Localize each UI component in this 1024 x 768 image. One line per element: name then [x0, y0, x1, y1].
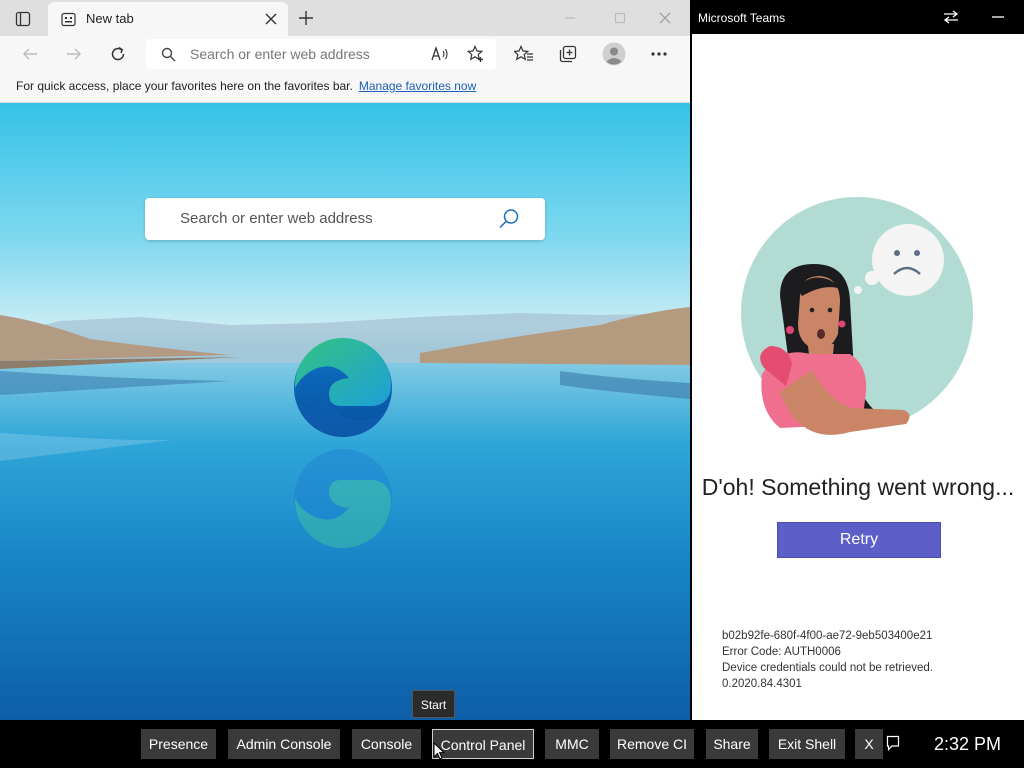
browser-toolbar: Search or enter web address [0, 36, 690, 72]
edge-logo-icon [293, 336, 393, 445]
read-aloud-icon[interactable] [430, 45, 450, 63]
retry-button[interactable]: Retry [777, 522, 941, 558]
new-tab-page-icon [60, 11, 76, 27]
new-tab-page: Search or enter web address [0, 103, 690, 720]
ntp-search-box[interactable]: Search or enter web address [145, 198, 545, 240]
favorites-bar: For quick access, place your favorites h… [0, 72, 690, 103]
address-placeholder: Search or enter web address [190, 46, 370, 62]
cursor-icon [433, 741, 446, 765]
manage-favorites-link[interactable]: Manage favorites now [359, 79, 476, 93]
share-button[interactable]: Share [706, 729, 758, 759]
control-panel-button[interactable]: Control Panel [432, 729, 534, 759]
error-message: Device credentials could not be retrieve… [722, 662, 933, 674]
collections-icon[interactable] [557, 43, 579, 65]
admin-console-button[interactable]: Admin Console [228, 729, 340, 759]
teams-window-title: Microsoft Teams [698, 11, 786, 25]
back-icon[interactable] [20, 44, 40, 64]
browser-window: New tab Search or enter web address For … [0, 0, 690, 720]
teams-title-bar: Microsoft Teams [692, 0, 1024, 34]
shell-taskbar: Presence Admin Console Console Control P… [0, 720, 1024, 768]
swap-icon[interactable] [942, 9, 960, 25]
teams-window: Microsoft Teams D'oh! Something went wro… [692, 0, 1024, 720]
close-icon[interactable] [264, 12, 278, 26]
edge-logo-reflection [293, 441, 393, 550]
error-session-id: b02b92fe-680f-4f00-ae72-9eb503400e21 [722, 630, 933, 642]
app-version: 0.2020.84.4301 [722, 678, 802, 690]
start-tooltip: Start [412, 690, 455, 718]
ntp-search-placeholder: Search or enter web address [180, 210, 373, 227]
notification-icon[interactable] [885, 734, 901, 752]
presence-button[interactable]: Presence [141, 729, 216, 759]
tab-bar: New tab [0, 0, 690, 36]
error-code: Error Code: AUTH0006 [722, 646, 841, 658]
address-bar[interactable]: Search or enter web address [146, 39, 496, 69]
restore-icon[interactable] [612, 10, 628, 26]
more-icon[interactable] [648, 44, 670, 64]
error-title: D'oh! Something went wrong... [701, 474, 1015, 500]
favorites-bar-text: For quick access, place your favorites h… [16, 79, 353, 93]
tab-actions-icon[interactable] [12, 8, 34, 30]
exit-shell-button[interactable]: Exit Shell [769, 729, 845, 759]
tab-title: New tab [86, 11, 134, 26]
search-icon [160, 46, 176, 62]
tab-new-tab[interactable]: New tab [48, 2, 288, 36]
error-illustration [740, 196, 976, 457]
console-button[interactable]: Console [352, 729, 421, 759]
close-icon[interactable] [657, 10, 673, 26]
add-favorite-icon[interactable] [466, 44, 486, 64]
error-details: b02b92fe-680f-4f00-ae72-9eb503400e21 Err… [722, 628, 933, 692]
search-icon[interactable] [497, 207, 521, 231]
minimize-icon[interactable] [990, 9, 1006, 25]
profile-icon[interactable] [601, 41, 627, 67]
forward-icon[interactable] [64, 44, 84, 64]
taskbar-clock: 2:32 PM [934, 734, 1002, 754]
plus-icon[interactable] [296, 8, 316, 28]
favorites-bar-message: For quick access, place your favorites h… [16, 79, 476, 93]
refresh-icon[interactable] [107, 43, 129, 65]
favorites-icon[interactable] [513, 43, 535, 65]
remove-ci-button[interactable]: Remove CI [610, 729, 694, 759]
minimize-icon[interactable] [562, 10, 578, 26]
mmc-button[interactable]: MMC [545, 729, 599, 759]
close-shell-button[interactable]: X [855, 729, 883, 759]
